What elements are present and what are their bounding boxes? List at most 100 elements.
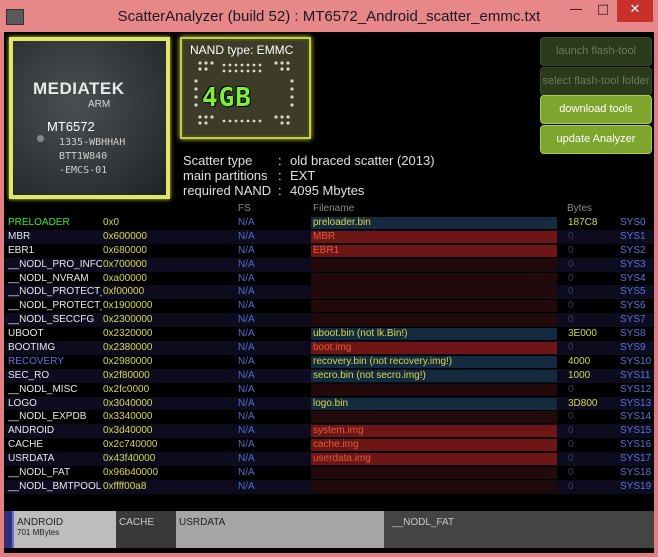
column-header-filename: Filename [313,203,355,214]
partition-bytes: 0 [568,300,574,312]
partition-segment-cache[interactable]: CACHE [116,511,176,548]
nand-type-label: NAND type: EMMC [190,43,294,57]
partition-filename [311,314,557,327]
table-row[interactable]: __NODL_MISC 0x2fc0000 N/A 0 SYS12 [4,383,654,397]
partition-bytes: 0 [568,425,574,437]
nand-photo: NAND type: EMMC 4GB [184,41,307,135]
partition-segment-fat[interactable]: __NODL_FAT [384,511,654,548]
table-row[interactable]: __NODL_PROTECT_F 0xf00000 N/A 0 SYS5 [4,285,654,300]
table-row[interactable]: MBR 0x600000 N/A MBR 0 SYS1 [4,229,654,244]
partition-address: 0x700000 [103,258,147,270]
title-bar[interactable]: ScatterAnalyzer (build 52) : MT6572_Andr… [0,0,658,32]
table-row[interactable]: LOGO 0x3040000 N/A logo.bin 3D800 SYS13 [4,396,654,411]
chip-pin-dot [37,135,44,142]
partition-fs: N/A [238,244,255,256]
partition-filename: boot.img [311,342,557,355]
partition-bytes: 0 [568,467,574,479]
table-row[interactable]: __NODL_EXPDB 0x3340000 N/A 0 SYS14 [4,410,654,424]
minimize-button[interactable]: — [563,0,589,22]
table-row[interactable]: CACHE 0x2c740000 N/A cache.img 0 SYS16 [4,438,654,452]
partition-fs: N/A [238,397,255,409]
partition-filename: cache.img [311,439,557,452]
table-row[interactable]: __NODL_SECCFG 0x2300000 N/A 0 SYS7 [4,313,654,328]
partition-sys: SYS0 [620,217,646,228]
info-sep: : [278,183,282,198]
partition-sys: SYS11 [620,369,651,381]
partition-sys: SYS9 [620,342,646,354]
partition-fs: N/A [238,342,255,354]
partition-name: ANDROID [8,425,55,437]
partition-sys: SYS17 [620,453,652,465]
table-row[interactable]: RECOVERY 0x2980000 N/A recovery.bin (not re… [4,355,654,369]
chip-marking-2: BTT1W840 [59,151,108,162]
table-row[interactable]: EBR1 0x680000 N/A EBR1 0 SYS2 [4,244,654,258]
table-row[interactable]: __NODL_PRO_INFO 0x700000 N/A 0 SYS3 [4,257,654,272]
partition-name: __NODL_PROTECT_F [8,286,102,298]
partition-segment-android[interactable]: ANDROID 701 MBytes [12,511,116,548]
partition-fs: N/A [238,328,255,340]
partition-fs: N/A [238,314,255,326]
segment-label: CACHE [119,517,155,528]
partition-name: LOGO [8,397,37,409]
close-button[interactable]: ✕ [617,0,653,22]
partition-fs: N/A [238,217,255,228]
partition-address: 0x2c740000 [103,439,158,451]
nand-image: NAND type: EMMC 4GB [180,37,311,139]
table-row[interactable]: ANDROID 0x3d40000 N/A system.img 0 SYS15 [4,424,654,439]
partition-sys: SYS10 [620,355,652,367]
partition-name: __NODL_EXPDB [8,411,87,423]
main-panel: MEDIATEK ARM MT6572 1335-WBHHAH BTT1W840… [4,32,654,553]
maximize-button[interactable]: □ [590,0,616,22]
partition-filename: uboot.bin (not lk.Bin!) [311,328,557,341]
partition-bytes: 3D800 [568,397,598,409]
table-row[interactable]: SEC_RO 0x2f80000 N/A secro.bin (not secro.i… [4,368,654,383]
partition-fs: N/A [238,355,255,367]
partition-bytes: 0 [568,411,574,423]
partition-filename: EBR1 [311,244,557,257]
partition-segment-usrdata[interactable]: USRDATA [176,511,384,548]
partition-filename [311,383,557,396]
chip-model: MT6572 [47,119,95,134]
partition-name: PRELOADER [8,217,70,228]
partition-fs: N/A [238,439,255,451]
segment-label: __NODL_FAT [392,517,455,528]
launch-flash-tool-button[interactable]: launch flash-tool [540,37,652,66]
partition-bytes: 0 [568,244,574,256]
partition-bytes: 4000 [568,355,591,367]
partition-name: USRDATA [8,453,55,465]
partition-filename: system.img [311,425,557,438]
partition-filename: logo.bin [311,397,557,410]
partition-address: 0x2f80000 [103,369,150,381]
table-row[interactable]: __NODL_NVRAM 0xa00000 N/A 0 SYS4 [4,272,654,286]
partition-filename: recovery.bin (not recovery.img!) [311,355,557,368]
table-row[interactable]: PRELOADER 0x0 N/A preloader.bin 187C8 SYS0 [4,216,654,230]
partition-address: 0x43f40000 [103,453,156,465]
partition-filename [311,411,557,424]
partition-fs: N/A [238,411,255,423]
table-row[interactable]: __NODL_PROTECT_S0x1900000 N/A 0 SYS6 [4,299,654,313]
partition-sys: SYS1 [620,230,646,242]
partition-name: CACHE [8,439,44,451]
info-label: main partitions [183,168,268,183]
partition-address: 0xa00000 [103,272,147,284]
partition-name: __NODL_MISC [8,383,78,395]
chip-marking-3: -EMCS-01 [59,165,108,176]
table-row[interactable]: BOOTIMG 0x2380000 N/A boot.img 0 SYS9 [4,341,654,355]
partition-sys: SYS13 [620,397,652,409]
partition-bytes: 0 [568,272,574,284]
info-main-partitions: main partitions: EXT [183,168,315,183]
partition-sys: SYS4 [620,272,646,284]
table-row[interactable]: UBOOT 0x2320000 N/A uboot.bin (not lk.Bin!)… [4,327,654,341]
table-row[interactable]: __NODL_BMTPOOL 0xffff00a8 N/A 0 SYS19 [4,479,654,494]
partition-sys: SYS3 [620,258,646,270]
table-row[interactable]: USRDATA 0x43f40000 N/A userdata.img 0 SYS17 [4,452,654,467]
partition-filename [311,467,557,480]
download-tools-button[interactable]: download tools [540,95,652,124]
column-header-bytes: Bytes [567,203,593,214]
chip-brand-sub: ARM [88,99,111,110]
select-flash-tool-folder-button[interactable]: select flash-tool folder [540,67,652,96]
partition-name: BOOTIMG [8,342,56,354]
partition-bytes: 0 [568,230,574,242]
update-analyzer-button[interactable]: update Analyzer [540,125,652,154]
table-row[interactable]: __NODL_FAT 0x96b40000 N/A 0 SYS18 [4,466,654,480]
